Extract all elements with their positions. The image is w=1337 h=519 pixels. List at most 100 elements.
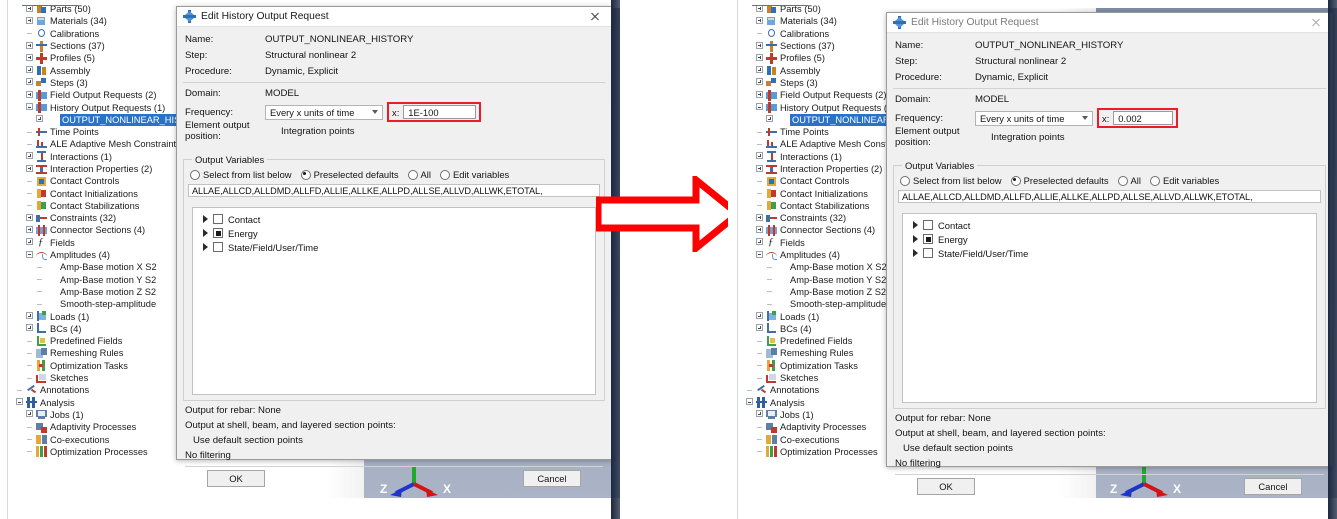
frequency-select[interactable]: Every x units of time (975, 110, 1093, 126)
bcs-icon (766, 323, 777, 334)
radio-preselected-defaults[interactable]: Preselected defaults (1010, 175, 1109, 186)
output-variables-list[interactable]: Contact Energy State/Field/User/Time (902, 213, 1317, 403)
checkbox-contact[interactable] (213, 214, 223, 224)
expand-plus-icon[interactable] (26, 164, 35, 174)
expand-plus-icon[interactable] (26, 41, 35, 51)
cancel-button[interactable]: Cancel (1244, 478, 1302, 495)
abaqus-icon (183, 10, 196, 23)
radio-all[interactable]: All (407, 169, 431, 180)
edit-history-output-request-dialog-right[interactable]: Edit History Output Request Name: OUTPUT… (886, 12, 1333, 495)
frequency-x-highlight: x: 1E-100 (387, 102, 482, 122)
radio-edit-variables[interactable]: Edit variables (439, 169, 509, 180)
radio-select-from-list[interactable]: Select from list below (900, 175, 1002, 186)
expand-plus-icon[interactable] (756, 238, 765, 247)
collapse-minus-icon[interactable] (26, 103, 35, 112)
variables-text-input[interactable]: ALLAE,ALLCD,ALLDMD,ALLFD,ALLIE,ALLKE,ALL… (188, 184, 600, 197)
expand-plus-icon[interactable] (756, 213, 765, 223)
expand-plus-icon[interactable] (36, 115, 45, 124)
expand-triangle-icon[interactable] (913, 249, 918, 257)
ok-button[interactable]: OK (917, 478, 975, 495)
frequency-select[interactable]: Every x units of time (265, 104, 383, 120)
expand-plus-icon[interactable] (26, 213, 35, 223)
expand-plus-icon[interactable] (756, 90, 765, 100)
output-variables-list[interactable]: Contact Energy State/Field/User/Time (192, 207, 596, 395)
expand-triangle-icon[interactable] (203, 215, 208, 223)
dialog-titlebar[interactable]: Edit History Output Request (887, 13, 1332, 33)
coexecutions-icon (36, 434, 47, 445)
radio-select-from-list[interactable]: Select from list below (190, 169, 292, 180)
expand-plus-icon[interactable] (756, 16, 765, 26)
edit-history-output-request-dialog-left[interactable]: Edit History Output Request Name: OUTPUT… (176, 6, 612, 487)
list-item[interactable]: Contact (903, 218, 1316, 232)
variables-text-input[interactable]: ALLAE,ALLCD,ALLDMD,ALLFD,ALLIE,ALLKE,ALL… (898, 190, 1321, 203)
tree-item-label: Contact Initializations (780, 188, 868, 199)
tree-item-label: Analysis (770, 397, 805, 408)
expand-plus-icon[interactable] (26, 238, 35, 247)
domain-row: Domain: MODEL (887, 91, 1332, 107)
radio-edit-variables[interactable]: Edit variables (1149, 175, 1219, 186)
collapse-minus-icon[interactable] (746, 398, 755, 407)
tree-right-border (737, 0, 738, 519)
expand-plus-icon[interactable] (756, 164, 765, 174)
name-value: OUTPUT_NONLINEAR_HISTORY (265, 33, 414, 45)
expand-plus-icon[interactable] (26, 324, 35, 333)
dialog-titlebar[interactable]: Edit History Output Request (177, 7, 611, 27)
expand-plus-icon[interactable] (756, 410, 765, 419)
checkbox-contact[interactable] (923, 220, 933, 230)
checkbox-state-field-user-time[interactable] (213, 242, 223, 252)
tree-connector (26, 361, 35, 370)
expand-plus-icon[interactable] (756, 78, 765, 87)
expand-triangle-icon[interactable] (203, 229, 208, 237)
list-item[interactable]: Energy (193, 226, 595, 240)
dialog-footer: Output for rebar: None Output at shell, … (887, 411, 1332, 495)
analysis-icon (26, 397, 37, 409)
rebar-text: Output for rebar: None (895, 413, 991, 424)
tree-connector (756, 128, 765, 137)
collapse-minus-icon[interactable] (16, 398, 25, 407)
close-icon[interactable] (583, 8, 607, 25)
expand-plus-icon[interactable] (26, 53, 35, 63)
ok-button[interactable]: OK (207, 470, 265, 487)
expand-plus-icon[interactable] (26, 66, 35, 75)
close-icon[interactable] (1304, 14, 1328, 31)
optimization-processes-icon (36, 446, 47, 458)
expand-plus-icon[interactable] (26, 225, 35, 235)
expand-plus-icon[interactable] (26, 312, 35, 321)
collapse-minus-icon[interactable] (756, 250, 765, 260)
expand-plus-icon[interactable] (756, 66, 765, 75)
collapse-minus-icon[interactable] (756, 103, 765, 112)
expand-triangle-icon[interactable] (913, 235, 918, 243)
checkbox-energy[interactable] (213, 228, 223, 238)
radio-all[interactable]: All (1117, 175, 1141, 186)
list-item[interactable]: Energy (903, 232, 1316, 246)
checkbox-state-field-user-time[interactable] (923, 248, 933, 258)
expand-plus-icon[interactable] (756, 41, 765, 51)
radio-preselected-defaults[interactable]: Preselected defaults (300, 169, 399, 180)
shell-text: Output at shell, beam, and layered secti… (895, 428, 1106, 439)
expand-triangle-icon[interactable] (203, 243, 208, 251)
expand-plus-icon[interactable] (26, 78, 35, 87)
tree-connector (766, 275, 775, 284)
cancel-button[interactable]: Cancel (523, 470, 581, 487)
expand-plus-icon[interactable] (756, 152, 765, 161)
expand-plus-icon[interactable] (26, 90, 35, 100)
expand-plus-icon[interactable] (26, 16, 35, 26)
x-input[interactable]: 0.002 (1113, 111, 1174, 125)
expand-plus-icon[interactable] (766, 115, 775, 124)
expand-plus-icon[interactable] (756, 225, 765, 235)
list-item[interactable]: State/Field/User/Time (193, 240, 595, 254)
expand-plus-icon[interactable] (756, 324, 765, 333)
tree-item-label: Assembly (780, 65, 821, 76)
expand-plus-icon[interactable] (26, 152, 35, 161)
list-item[interactable]: Contact (193, 212, 595, 226)
checkbox-energy[interactable] (923, 234, 933, 244)
expand-plus-icon[interactable] (26, 410, 35, 419)
history-output-icon (766, 102, 777, 114)
divider (183, 82, 605, 83)
x-input[interactable]: 1E-100 (403, 105, 477, 119)
list-item[interactable]: State/Field/User/Time (903, 246, 1316, 260)
expand-plus-icon[interactable] (756, 53, 765, 63)
expand-triangle-icon[interactable] (913, 221, 918, 229)
collapse-minus-icon[interactable] (26, 250, 35, 260)
expand-plus-icon[interactable] (756, 312, 765, 321)
